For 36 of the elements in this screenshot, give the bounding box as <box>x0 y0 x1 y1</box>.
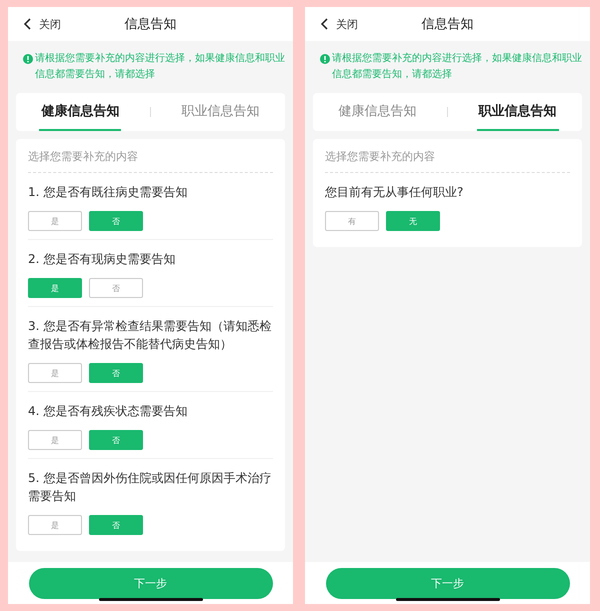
back-icon <box>23 18 31 30</box>
tab[interactable]: 职业信息告知 <box>476 93 559 131</box>
question-text: 2. 您是否有现病史需要告知 <box>28 251 176 268</box>
question-text: 4. 您是否有残疾状态需要告知 <box>28 403 188 420</box>
page-title: 信息告知 <box>124 16 176 33</box>
question-text: 5. 您是否曾因外伤住院或因任何原因手术治疗需要告知 <box>28 470 272 505</box>
option-button[interactable]: 是 <box>28 278 82 298</box>
option-button[interactable]: 无 <box>386 211 440 231</box>
question-text: 3. 您是否有异常检查结果需要告知（请知悉检查报告或体检报告不能替代病史告知） <box>28 318 272 353</box>
option-button[interactable]: 是 <box>28 363 82 383</box>
option-button[interactable]: 否 <box>89 430 143 450</box>
option-button[interactable]: 否 <box>89 515 143 535</box>
option-button[interactable]: 否 <box>89 363 143 383</box>
next-button[interactable]: 下一步 <box>326 568 570 598</box>
option-button[interactable]: 是 <box>28 211 82 231</box>
option-button[interactable]: 是 <box>28 515 82 535</box>
option-button[interactable]: 是 <box>28 430 82 450</box>
tab[interactable]: 健康信息告知 <box>336 93 418 131</box>
tab[interactable]: 职业信息告知 <box>180 93 262 131</box>
info-icon <box>320 54 330 64</box>
notice-text: 请根据您需要补充的内容进行选择，如果健康信息和职业信息都需要告知，请都选择 <box>332 52 582 82</box>
info-icon <box>23 54 33 64</box>
prompt-text: 选择您需要补充的内容 <box>28 139 273 173</box>
next-button[interactable]: 下一步 <box>28 568 272 598</box>
back-button[interactable]: 关闭 <box>305 16 358 32</box>
tab[interactable]: 健康信息告知 <box>39 93 122 131</box>
question-text: 您目前有无从事任何职业? <box>325 184 464 201</box>
option-button[interactable]: 否 <box>89 278 143 298</box>
option-button[interactable]: 否 <box>89 211 143 231</box>
question-text: 1. 您是否有既往病史需要告知 <box>28 184 188 201</box>
notice-text: 请根据您需要补充的内容进行选择，如果健康信息和职业信息都需要告知，请都选择 <box>35 52 285 82</box>
prompt-text: 选择您需要补充的内容 <box>325 139 570 173</box>
back-icon <box>320 18 328 30</box>
page-title: 信息告知 <box>422 16 474 33</box>
option-button[interactable]: 有 <box>325 211 379 231</box>
back-button[interactable]: 关闭 <box>8 16 61 32</box>
